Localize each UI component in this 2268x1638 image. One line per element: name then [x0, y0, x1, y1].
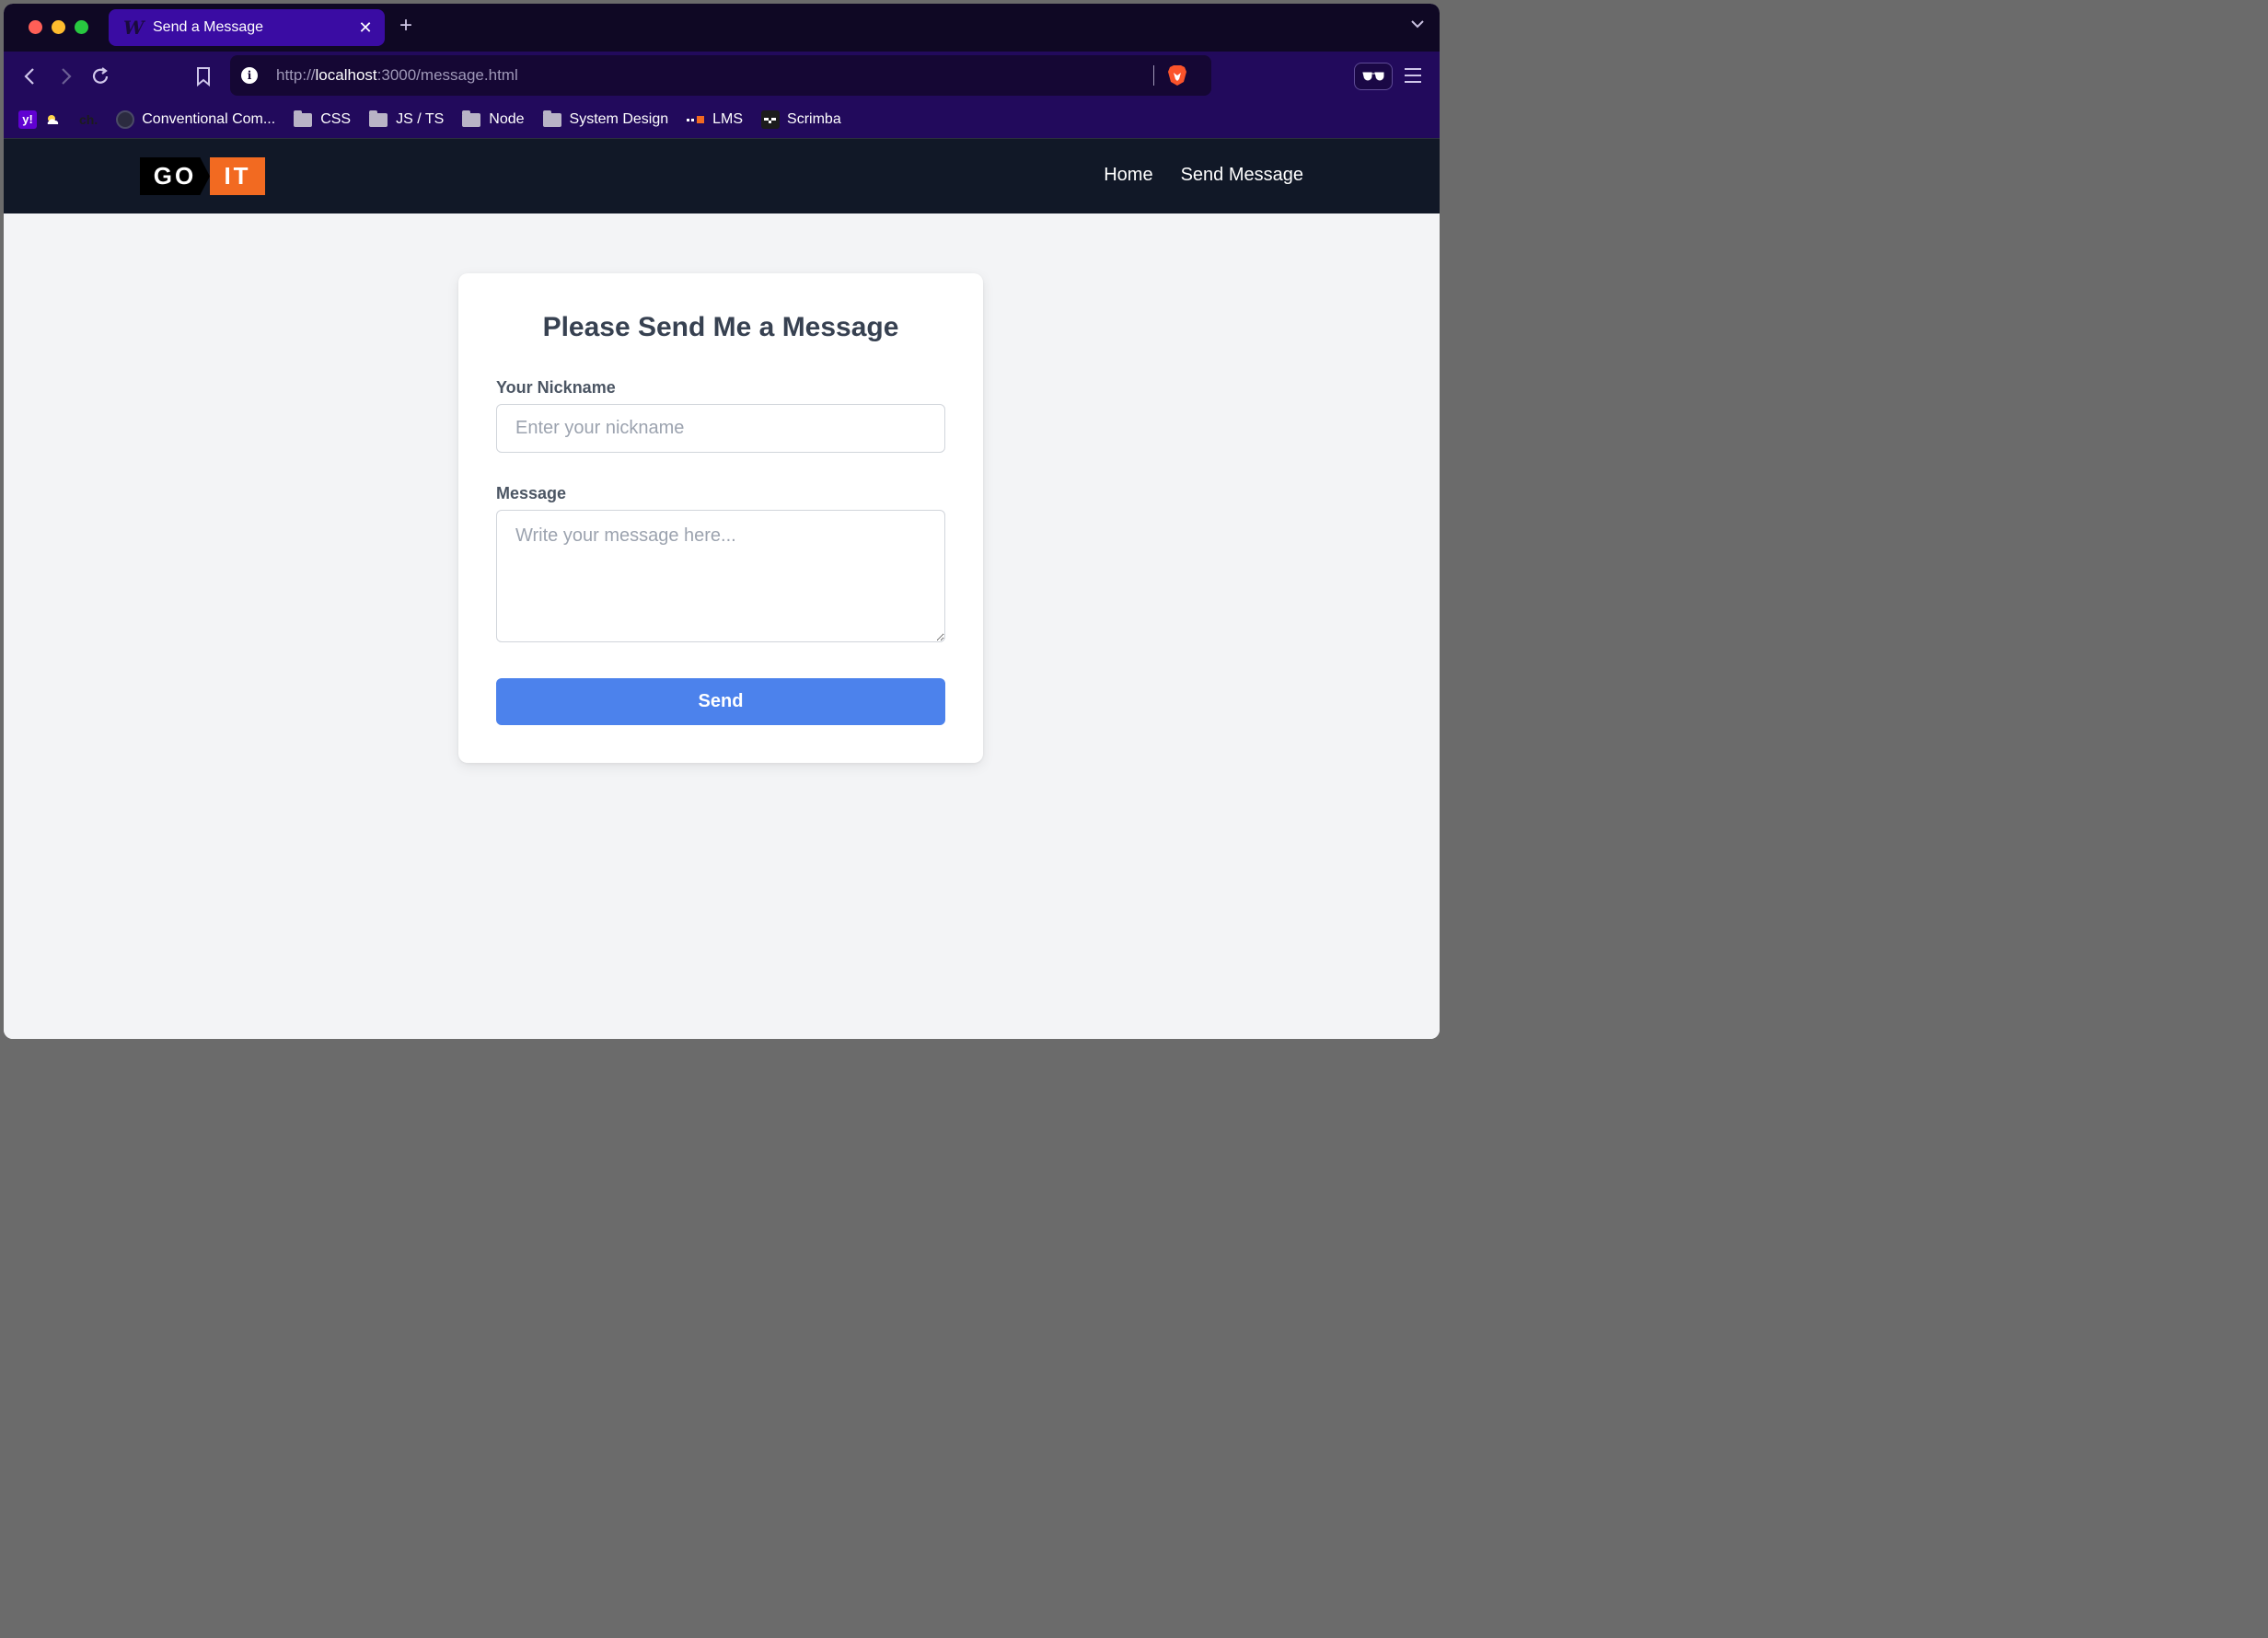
message-form-card: Please Send Me a Message Your Nickname M…	[458, 273, 983, 763]
lms-icon	[687, 115, 705, 124]
bookmarks-bar: y! ch. Conventional Com... CSS JS / TS N…	[4, 101, 1440, 138]
browser-toolbar: i http://localhost:3000/message.html	[4, 52, 1440, 101]
form-title: Please Send Me a Message	[542, 312, 899, 342]
folder-icon	[369, 110, 388, 127]
nav-link-send-message[interactable]: Send Message	[1181, 165, 1303, 186]
tab-list-chevron-icon[interactable]	[1410, 17, 1425, 33]
bookmark-folder-node[interactable]: Node	[462, 110, 525, 128]
message-label: Message	[496, 484, 567, 502]
github-icon	[116, 110, 135, 129]
site-favicon-icon: W	[123, 17, 145, 39]
send-button[interactable]: Send	[496, 678, 945, 725]
bookmark-ch[interactable]: ch.	[79, 112, 98, 127]
new-tab-button[interactable]: +	[399, 15, 412, 37]
forward-arrow-icon[interactable]	[53, 64, 77, 88]
nav-link-home[interactable]: Home	[1104, 165, 1152, 186]
brave-shields-icon[interactable]	[1167, 64, 1187, 87]
close-window-button[interactable]	[29, 20, 42, 34]
goit-logo[interactable]: GO IT	[140, 157, 265, 195]
reload-icon[interactable]	[88, 64, 112, 88]
tab-bar: W Send a Message ✕ +	[4, 4, 1440, 52]
browser-window: W Send a Message ✕ + i http://localhost:…	[4, 4, 1440, 1039]
bookmark-folder-css[interactable]: CSS	[294, 110, 351, 128]
glasses-icon	[1362, 72, 1384, 81]
hamburger-menu-icon[interactable]	[1403, 66, 1423, 85]
nickname-input[interactable]	[496, 404, 945, 453]
bookmark-conventional-commits[interactable]: Conventional Com...	[116, 110, 275, 129]
bookmark-icon[interactable]	[191, 64, 215, 88]
bookmark-folder-js-ts[interactable]: JS / TS	[369, 110, 444, 128]
reader-mode-button[interactable]	[1354, 63, 1393, 90]
nickname-label: Your Nickname	[496, 378, 616, 397]
main-nav: Home Send Message	[1104, 165, 1303, 186]
tab-close-icon[interactable]: ✕	[352, 18, 379, 38]
yahoo-icon[interactable]: y!	[18, 110, 37, 129]
message-textarea[interactable]	[496, 510, 945, 642]
url-divider	[1153, 65, 1154, 86]
url-text[interactable]: http://localhost:3000/message.html	[276, 66, 1153, 85]
site-info-icon[interactable]: i	[241, 67, 258, 84]
bookmark-scrimba[interactable]: Scrimba	[761, 110, 841, 129]
minimize-window-button[interactable]	[52, 20, 65, 34]
site-header: GO IT Home Send Message	[4, 138, 1440, 213]
bookmark-lms[interactable]: LMS	[687, 111, 743, 128]
scrimba-icon	[761, 110, 781, 129]
page-viewport: GO IT Home Send Message Please Send Me a…	[4, 138, 1440, 1039]
tab-active[interactable]: W Send a Message ✕	[109, 9, 385, 46]
address-bar[interactable]: i http://localhost:3000/message.html	[230, 55, 1211, 96]
folder-icon	[462, 110, 481, 127]
bookmark-folder-system-design[interactable]: System Design	[542, 110, 668, 128]
back-arrow-icon[interactable]	[18, 64, 42, 88]
maximize-window-button[interactable]	[75, 20, 88, 34]
logo-go: GO	[140, 157, 210, 195]
folder-icon	[542, 110, 561, 127]
weather-icon[interactable]	[44, 111, 61, 128]
logo-it: IT	[210, 157, 265, 195]
tab-title: Send a Message	[153, 19, 264, 35]
folder-icon	[294, 110, 313, 127]
